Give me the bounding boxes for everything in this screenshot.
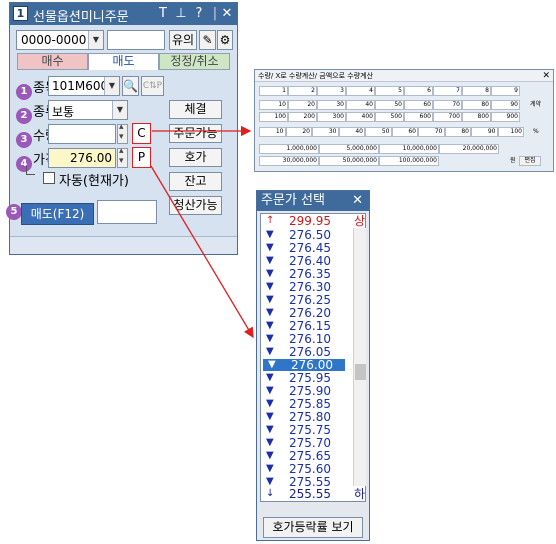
connector-arrows [150,125,254,339]
price-select-arrow [150,165,254,339]
